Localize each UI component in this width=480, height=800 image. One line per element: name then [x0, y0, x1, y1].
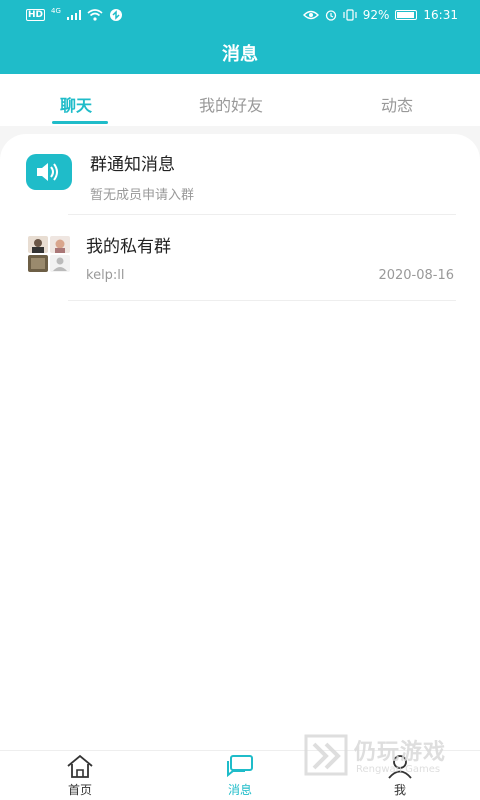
- watermark-subtext: Rengwan Games: [356, 764, 441, 775]
- watermark-logo: [304, 734, 348, 776]
- battery-icon: [395, 10, 418, 20]
- conversation-title: 我的私有群: [86, 237, 171, 257]
- conversation-date: 2020-08-16: [378, 268, 454, 283]
- conversation-item-private-group[interactable]: 我的私有群 kelp:ll 2020-08-16: [0, 216, 480, 300]
- conversation-preview: kelp:ll: [86, 268, 125, 283]
- page-title: 消息: [222, 44, 258, 65]
- tab-friends[interactable]: 我的好友: [199, 92, 263, 116]
- conversation-list: 群通知消息 暂无成员申请入群 我的私有群 kelp:ll 2020-08-16: [0, 134, 480, 750]
- nfc-icon: [109, 9, 122, 21]
- header: 消息: [0, 30, 480, 74]
- network-type: 4G: [51, 7, 61, 15]
- home-icon: [67, 754, 93, 778]
- status-left: HD 4G: [26, 7, 123, 22]
- message-icon: [227, 755, 253, 778]
- divider: [68, 300, 456, 301]
- tab-moments[interactable]: 动态: [381, 92, 413, 116]
- wifi-icon: [87, 9, 103, 21]
- alarm-icon: [325, 10, 336, 21]
- conversation-title: 群通知消息: [90, 155, 175, 175]
- active-tab-indicator: [52, 121, 108, 124]
- watermark-text: 仍玩游戏: [354, 740, 447, 765]
- hd-badge: HD: [26, 9, 46, 21]
- divider: [68, 214, 456, 215]
- speaker-icon: [26, 154, 72, 190]
- nav-home-label: 首页: [67, 783, 92, 797]
- signal-icon: [66, 10, 81, 20]
- vibrate-icon: [343, 9, 357, 21]
- group-avatar: [28, 236, 70, 272]
- tab-chat[interactable]: 聊天: [60, 92, 92, 116]
- status-bar: HD 4G 92% 16:31: [0, 0, 480, 30]
- tab-bar: 聊天 我的好友 动态: [0, 74, 480, 126]
- conversation-item-group-notice[interactable]: 群通知消息 暂无成员申请入群: [0, 134, 480, 216]
- watermark: 仍玩游戏 Rengwan Games: [302, 732, 462, 780]
- conversation-preview: 暂无成员申请入群: [90, 188, 195, 203]
- battery-percent: 92%: [362, 8, 390, 22]
- eye-icon: [302, 10, 319, 20]
- status-right: 92% 16:31: [302, 8, 458, 22]
- nav-me-label: 我: [393, 783, 406, 797]
- clock: 16:31: [423, 8, 458, 22]
- nav-messages-label: 消息: [227, 783, 252, 797]
